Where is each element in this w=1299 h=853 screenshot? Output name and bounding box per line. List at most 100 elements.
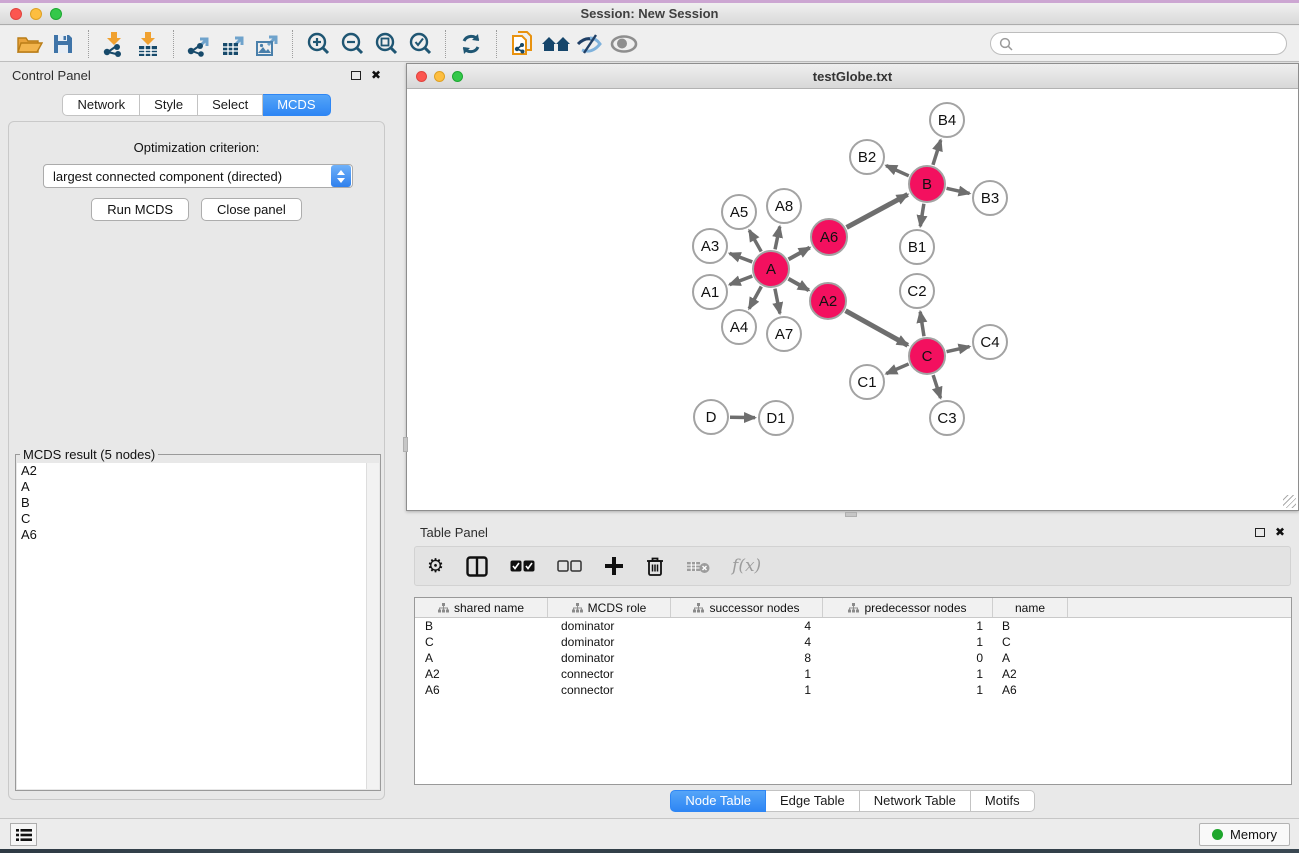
graph-node-A2[interactable]: A2 xyxy=(809,282,847,320)
graph-node-C[interactable]: C xyxy=(908,337,946,375)
criterion-select[interactable]: largest connected component (directed) xyxy=(43,164,353,188)
graph-node-A3[interactable]: A3 xyxy=(692,228,728,264)
horizontal-splitter-handle[interactable] xyxy=(845,512,857,517)
graph-node-A6[interactable]: A6 xyxy=(810,218,848,256)
graph-node-B3[interactable]: B3 xyxy=(972,180,1008,216)
graph-node-C4[interactable]: C4 xyxy=(972,324,1008,360)
graph-node-B2[interactable]: B2 xyxy=(849,139,885,175)
graph-node-B[interactable]: B xyxy=(908,165,946,203)
float-table-panel-icon[interactable] xyxy=(1255,528,1265,537)
graph-edge-C-C2[interactable] xyxy=(920,312,924,336)
result-list-item[interactable]: A2 xyxy=(17,463,379,479)
zoom-fit-button[interactable] xyxy=(369,29,403,59)
export-table-button[interactable] xyxy=(216,29,250,59)
import-network-button[interactable] xyxy=(97,29,131,59)
duplicate-network-button[interactable] xyxy=(505,29,539,59)
graph-edge-A-A1[interactable] xyxy=(730,276,753,285)
graph-node-D1[interactable]: D1 xyxy=(758,400,794,436)
maximize-network-window-button[interactable] xyxy=(452,71,463,82)
home-button[interactable] xyxy=(539,29,573,59)
network-window-titlebar[interactable]: testGlobe.txt xyxy=(407,64,1298,89)
table-row[interactable]: A6connector11A6 xyxy=(415,682,1291,698)
graph-edge-C-C4[interactable] xyxy=(947,347,970,352)
graph-node-C3[interactable]: C3 xyxy=(929,400,965,436)
close-table-panel-icon[interactable]: ✖ xyxy=(1275,526,1285,538)
graph-node-D[interactable]: D xyxy=(693,399,729,435)
graph-edge-A-A6[interactable] xyxy=(789,248,810,260)
graph-edge-A-A5[interactable] xyxy=(749,230,761,251)
network-canvas[interactable]: B4B2B3A5A8A3B1A1C2A4A7C4C1C3DD1BA6AA2C xyxy=(407,89,1298,510)
tab-network[interactable]: Network xyxy=(62,94,140,116)
graph-node-A8[interactable]: A8 xyxy=(766,188,802,224)
create-column-icon[interactable] xyxy=(604,556,624,576)
maximize-window-button[interactable] xyxy=(50,8,62,20)
column-header-successor-nodes[interactable]: successor nodes xyxy=(671,598,823,617)
graph-edge-C-C1[interactable] xyxy=(886,364,908,374)
table-options-gear-icon[interactable]: ⚙ xyxy=(427,557,444,576)
graph-edge-A-A2[interactable] xyxy=(788,279,808,290)
window-resize-grip[interactable] xyxy=(1283,495,1296,508)
result-list-item[interactable]: A xyxy=(17,479,379,495)
table-row[interactable]: Cdominator41C xyxy=(415,634,1291,650)
graph-node-C1[interactable]: C1 xyxy=(849,364,885,400)
close-network-window-button[interactable] xyxy=(416,71,427,82)
delete-columns-icon[interactable] xyxy=(646,556,664,577)
minimize-window-button[interactable] xyxy=(30,8,42,20)
graph-node-B4[interactable]: B4 xyxy=(929,102,965,138)
graph-node-A1[interactable]: A1 xyxy=(692,274,728,310)
vertical-splitter-handle[interactable] xyxy=(403,437,408,452)
refresh-button[interactable] xyxy=(454,29,488,59)
search-field[interactable] xyxy=(990,32,1287,55)
table-row[interactable]: Adominator80A xyxy=(415,650,1291,666)
close-panel-button[interactable]: Close panel xyxy=(201,198,302,221)
graph-edge-A6-B[interactable] xyxy=(847,194,908,227)
unselect-all-columns-icon[interactable] xyxy=(557,560,582,572)
show-panel-button[interactable] xyxy=(607,29,641,59)
tab-select[interactable]: Select xyxy=(198,94,263,116)
result-list-item[interactable]: C xyxy=(17,511,379,527)
import-table-button[interactable] xyxy=(131,29,165,59)
hide-panel-button[interactable] xyxy=(573,29,607,59)
column-header-MCDS-role[interactable]: MCDS role xyxy=(548,598,671,617)
column-header-predecessor-nodes[interactable]: predecessor nodes xyxy=(823,598,993,617)
graph-node-C2[interactable]: C2 xyxy=(899,273,935,309)
select-all-columns-icon[interactable] xyxy=(510,560,535,572)
graph-edge-A-A7[interactable] xyxy=(775,289,780,314)
delete-table-icon[interactable] xyxy=(686,559,710,574)
function-builder-icon[interactable]: f(x) xyxy=(732,556,761,576)
zoom-out-button[interactable] xyxy=(335,29,369,59)
task-history-button[interactable] xyxy=(10,823,37,846)
table-row[interactable]: Bdominator41B xyxy=(415,618,1291,634)
memory-button[interactable]: Memory xyxy=(1199,823,1290,846)
tab-mcds[interactable]: MCDS xyxy=(263,94,330,116)
close-window-button[interactable] xyxy=(10,8,22,20)
column-header-name[interactable]: name xyxy=(993,598,1068,617)
minimize-network-window-button[interactable] xyxy=(434,71,445,82)
mcds-result-list[interactable]: A2ABCA6 xyxy=(17,463,379,789)
graph-node-B1[interactable]: B1 xyxy=(899,229,935,265)
graph-edge-C-C3[interactable] xyxy=(933,375,940,398)
float-panel-icon[interactable] xyxy=(351,71,361,80)
tab-network-table[interactable]: Network Table xyxy=(860,790,971,812)
tab-style[interactable]: Style xyxy=(140,94,198,116)
graph-edge-A-A3[interactable] xyxy=(730,253,753,262)
result-scrollbar[interactable] xyxy=(366,463,379,789)
graph-edge-B-B2[interactable] xyxy=(886,166,909,176)
close-panel-icon[interactable]: ✖ xyxy=(371,69,381,81)
run-mcds-button[interactable]: Run MCDS xyxy=(91,198,189,221)
column-header-shared-name[interactable]: shared name xyxy=(415,598,548,617)
export-image-button[interactable] xyxy=(250,29,284,59)
tab-node-table[interactable]: Node Table xyxy=(670,790,766,812)
zoom-in-button[interactable] xyxy=(301,29,335,59)
tab-motifs[interactable]: Motifs xyxy=(971,790,1035,812)
table-row[interactable]: A2connector11A2 xyxy=(415,666,1291,682)
graph-edge-A2-C[interactable] xyxy=(845,311,907,346)
result-list-item[interactable]: B xyxy=(17,495,379,511)
graph-edge-B-B4[interactable] xyxy=(933,140,941,165)
graph-node-A5[interactable]: A5 xyxy=(721,194,757,230)
graph-node-A7[interactable]: A7 xyxy=(766,316,802,352)
search-input[interactable] xyxy=(1018,37,1278,51)
open-session-button[interactable] xyxy=(12,29,46,59)
result-list-item[interactable]: A6 xyxy=(17,527,379,543)
export-network-button[interactable] xyxy=(182,29,216,59)
